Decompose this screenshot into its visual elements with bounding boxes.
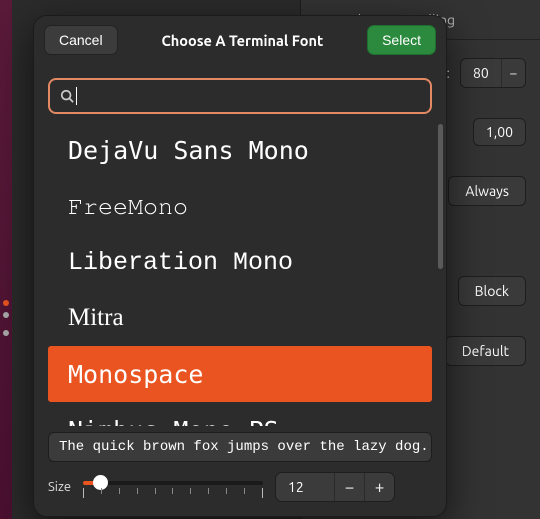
size-spinner[interactable]: 12 − + [275,472,395,502]
cancel-button[interactable]: Cancel [44,25,118,55]
dock-indicator [3,300,9,306]
font-item[interactable]: Liberation Mono [48,234,432,290]
bg-ratio-spinner[interactable]: 1,00 [473,118,526,146]
text-caret [76,87,77,105]
size-plus-button[interactable]: + [364,472,394,502]
select-button[interactable]: Select [367,25,436,55]
font-chooser-dialog: Cancel Choose A Terminal Font Select Dej… [33,15,447,517]
bg-columns-value: 80 [461,60,501,86]
slider-track [83,481,263,485]
search-icon [60,89,74,103]
font-search-input[interactable] [48,78,432,114]
bg-ratio-value: 1,00 [474,119,525,145]
size-label: Size [48,480,71,494]
font-item[interactable]: Monospace [48,346,432,402]
font-item[interactable]: DejaVu Sans Mono [48,122,432,178]
size-slider[interactable] [83,473,263,501]
scrollbar-thumb[interactable] [438,124,443,269]
dialog-header: Cancel Choose A Terminal Font Select [34,16,446,64]
bg-shape-dropdown[interactable]: Block [458,276,526,306]
bg-columns-spinner[interactable]: 80 − [460,58,526,88]
font-item[interactable]: Nimbus Mono PS [48,402,432,426]
font-preview[interactable]: The quick brown fox jumps over the lazy … [48,432,432,462]
font-item[interactable]: FreeMono [48,178,432,234]
bg-palette-dropdown[interactable]: Default [445,336,526,366]
search-field[interactable] [83,88,420,105]
font-item[interactable]: Mitra [48,290,432,346]
slider-ticks [83,488,263,498]
ubuntu-dock [0,0,12,519]
bg-cursor-dropdown[interactable]: Always [448,176,526,206]
size-value: 12 [276,479,334,495]
size-minus-button[interactable]: − [334,472,364,502]
minus-icon[interactable]: − [501,59,525,87]
font-list[interactable]: DejaVu Sans MonoFreeMonoLiberation MonoM… [34,122,446,426]
dialog-title: Choose A Terminal Font [161,32,323,49]
